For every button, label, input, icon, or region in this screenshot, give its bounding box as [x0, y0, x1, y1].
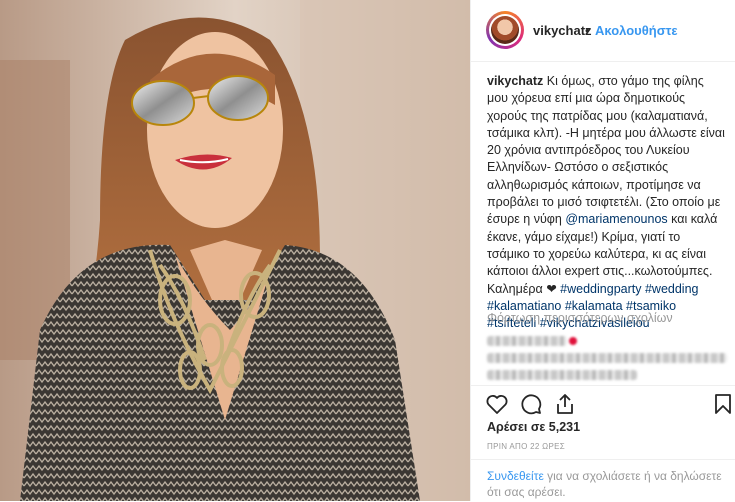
header-separator: • — [585, 23, 590, 38]
login-prompt-text: Συνδεθείτε για να σχολιάσετε ή να δηλώσε… — [487, 468, 725, 500]
hashtag-link[interactable]: #weddingparty — [560, 282, 641, 296]
instagram-post: vikychatz • Ακολουθήστε vikychatz Κι όμω… — [0, 0, 735, 501]
post-timestamp[interactable]: ΠΡΙΝ ΑΠΟ 22 ΩΡΕΣ — [487, 442, 565, 451]
share-icon[interactable] — [553, 392, 577, 416]
bookmark-icon[interactable] — [711, 392, 735, 416]
caption-text-1: Κι όμως, στο γάμο της φίλης μου χόρευα ε… — [487, 74, 725, 227]
post-header: vikychatz • Ακολουθήστε — [471, 0, 735, 62]
post-sidebar: vikychatz • Ακολουθήστε vikychatz Κι όμω… — [470, 0, 735, 501]
blurred-comment — [487, 336, 567, 346]
login-prompt: Συνδεθείτε για να σχολιάσετε ή να δηλώσε… — [471, 459, 735, 502]
heart-emoji: ❤ — [546, 281, 557, 296]
blurred-comment — [487, 353, 727, 363]
caption-username[interactable]: vikychatz — [487, 74, 543, 88]
comment-icon[interactable] — [519, 392, 543, 416]
post-photo[interactable] — [0, 0, 470, 501]
action-bar — [471, 385, 735, 420]
likes-count[interactable]: Αρέσει σε 5,231 — [487, 420, 580, 434]
mention-link[interactable]: @mariamenounos — [565, 212, 667, 226]
post-caption: vikychatz Κι όμως, στο γάμο της φίλης μο… — [487, 73, 725, 332]
avatar[interactable] — [486, 11, 524, 49]
login-link[interactable]: Συνδεθείτε — [487, 469, 544, 483]
follow-button[interactable]: Ακολουθήστε — [595, 23, 678, 38]
avatar-ring-inner — [489, 14, 521, 46]
blurred-comment — [487, 370, 637, 380]
post-photo-illustration — [0, 0, 470, 501]
heart-icon[interactable] — [485, 392, 509, 416]
load-more-comments[interactable]: Φόρτωση περισσότερων σχολίων — [487, 311, 673, 325]
blurred-emoji — [569, 337, 577, 345]
avatar-image — [491, 16, 519, 44]
header-username[interactable]: vikychatz — [533, 23, 592, 38]
hashtag-link[interactable]: #wedding — [645, 282, 699, 296]
